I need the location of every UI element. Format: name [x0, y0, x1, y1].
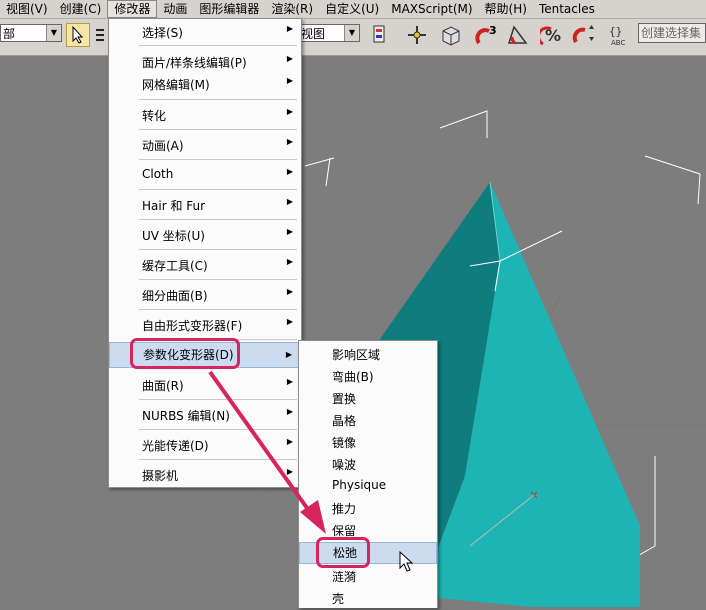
menu-item-surface[interactable]: 曲面(R) ▶	[109, 377, 301, 394]
submenu-arrow-icon: ▶	[286, 437, 293, 446]
reference-coord-dropdown[interactable]: 视图 ▼	[298, 24, 360, 42]
submenu-item-affect-region[interactable]: 影响区域	[299, 346, 437, 363]
submenu-item-mirror[interactable]: 镜像	[299, 434, 437, 451]
submenu-arrow-icon: ▶	[286, 227, 293, 236]
selection-filter-value: 部	[3, 27, 16, 41]
submenu-item-lattice[interactable]: 晶格	[299, 412, 437, 429]
spinner-snap-icon[interactable]	[572, 23, 596, 47]
menu-item-cache-tools[interactable]: 缓存工具(C) ▶	[109, 257, 301, 274]
menu-item-uv-coordinates[interactable]: UV 坐标(U) ▶	[109, 227, 301, 244]
svg-text:3: 3	[489, 24, 497, 37]
menu-separator	[139, 399, 297, 400]
menu-separator	[139, 99, 297, 100]
menu-separator	[139, 459, 297, 460]
parametric-deformers-submenu: 影响区域 弯曲(B) 置换 晶格 镜像 噪波 Physique 推力 保留 松弛…	[298, 340, 438, 608]
svg-text:ABC: ABC	[611, 39, 625, 47]
menu-rendering[interactable]: 渲染(R)	[265, 0, 319, 18]
submenu-arrow-icon: ▶	[286, 107, 293, 116]
submenu-item-ripple[interactable]: 涟漪	[299, 568, 437, 585]
select-cursor-icon[interactable]	[66, 23, 90, 47]
main-toolbar: 部 ▼ 视图 ▼ 3 % {} ABC 创建选择集	[0, 19, 706, 56]
menu-item-conversion[interactable]: 转化 ▶	[109, 107, 301, 124]
menu-animation[interactable]: 动画	[157, 0, 193, 18]
menu-item-animation[interactable]: 动画(A) ▶	[109, 137, 301, 154]
menu-item-selection[interactable]: 选择(S) ▶	[109, 24, 301, 41]
submenu-arrow-icon: ▶	[286, 287, 293, 296]
callout-parametric-deformers	[130, 338, 240, 369]
menu-item-patch-spline-edit[interactable]: 面片/样条线编辑(P) ▶	[109, 54, 301, 71]
submenu-arrow-icon: ▶	[286, 467, 293, 476]
submenu-arrow-icon: ▶	[286, 377, 293, 386]
submenu-item-physique[interactable]: Physique	[299, 478, 437, 492]
pivot-icon[interactable]	[367, 23, 391, 47]
menu-separator	[139, 309, 297, 310]
menu-separator	[139, 429, 297, 430]
menu-customize[interactable]: 自定义(U)	[319, 0, 385, 18]
menu-view[interactable]: 视图(V)	[0, 0, 54, 18]
submenu-arrow-icon: ▶	[286, 76, 293, 85]
menu-item-cameras[interactable]: 摄影机 ▶	[109, 467, 301, 484]
angle-snap-icon[interactable]	[506, 23, 530, 47]
menu-separator	[139, 279, 297, 280]
snap3-icon[interactable]: 3	[474, 23, 498, 47]
menu-item-subdivision-surfaces[interactable]: 细分曲面(B) ▶	[109, 287, 301, 304]
chevron-down-icon: ▼	[344, 25, 359, 41]
menu-separator	[139, 129, 297, 130]
submenu-item-noise[interactable]: 噪波	[299, 456, 437, 473]
move-icon[interactable]	[405, 23, 429, 47]
menu-item-radiosity[interactable]: 光能传递(D) ▶	[109, 437, 301, 454]
submenu-item-displace[interactable]: 置换	[299, 390, 437, 407]
named-selection-set-placeholder: 创建选择集	[641, 26, 702, 40]
submenu-arrow-icon: ▶	[286, 407, 293, 416]
menu-separator	[139, 189, 297, 190]
menu-item-hair-and-fur[interactable]: Hair 和 Fur ▶	[109, 197, 301, 214]
submenu-arrow-icon: ▶	[286, 167, 293, 176]
menu-bar: 视图(V) 创建(C) 修改器 动画 图形编辑器 渲染(R) 自定义(U) MA…	[0, 0, 706, 19]
menu-create[interactable]: 创建(C)	[54, 0, 108, 18]
menu-tentacles[interactable]: Tentacles	[533, 0, 601, 18]
menu-item-free-form-deformers[interactable]: 自由形式变形器(F) ▶	[109, 317, 301, 334]
reference-coord-value: 视图	[301, 27, 326, 41]
submenu-arrow-icon: ▶	[286, 54, 293, 63]
menu-separator	[139, 219, 297, 220]
submenu-arrow-icon: ▶	[286, 317, 293, 326]
menu-item-mesh-edit[interactable]: 网格编辑(M) ▶	[109, 76, 301, 93]
menu-item-nurbs-edit[interactable]: NURBS 编辑(N) ▶	[109, 407, 301, 424]
submenu-arrow-icon: ▶	[285, 350, 292, 359]
modifiers-menu: 选择(S) ▶ 面片/样条线编辑(P) ▶ 网格编辑(M) ▶ 转化 ▶ 动画(A) ▶ …	[108, 18, 302, 488]
submenu-arrow-icon: ▶	[286, 24, 293, 33]
menu-modifiers[interactable]: 修改器	[107, 0, 158, 18]
percent-snap-icon[interactable]: %	[540, 23, 564, 47]
submenu-arrow-icon: ▶	[286, 257, 293, 266]
chevron-down-icon: ▼	[46, 25, 61, 41]
named-selection-set-field[interactable]: 创建选择集	[638, 23, 706, 43]
submenu-arrow-icon: ▶	[286, 137, 293, 146]
selection-filter-dropdown[interactable]: 部 ▼	[0, 24, 62, 42]
submenu-item-shell[interactable]: 壳	[299, 590, 437, 607]
menu-separator	[139, 45, 297, 46]
submenu-arrow-icon: ▶	[286, 197, 293, 206]
menu-help[interactable]: 帮助(H)	[479, 0, 533, 18]
menu-item-cloth[interactable]: Cloth ▶	[109, 167, 301, 181]
menu-graph-editors[interactable]: 图形编辑器	[193, 0, 265, 18]
menu-maxscript[interactable]: MAXScript(M)	[385, 0, 478, 18]
menu-separator	[139, 249, 297, 250]
submenu-item-bend[interactable]: 弯曲(B)	[299, 368, 437, 385]
box-icon[interactable]	[438, 23, 462, 47]
callout-relax	[316, 537, 370, 568]
submenu-item-push[interactable]: 推力	[299, 500, 437, 517]
mouse-cursor-icon	[399, 551, 414, 572]
text-icon[interactable]	[94, 23, 106, 47]
svg-text:{}: {}	[609, 25, 622, 38]
menu-separator	[139, 159, 297, 160]
edit-named-sel-icon[interactable]: {} ABC	[608, 23, 632, 47]
